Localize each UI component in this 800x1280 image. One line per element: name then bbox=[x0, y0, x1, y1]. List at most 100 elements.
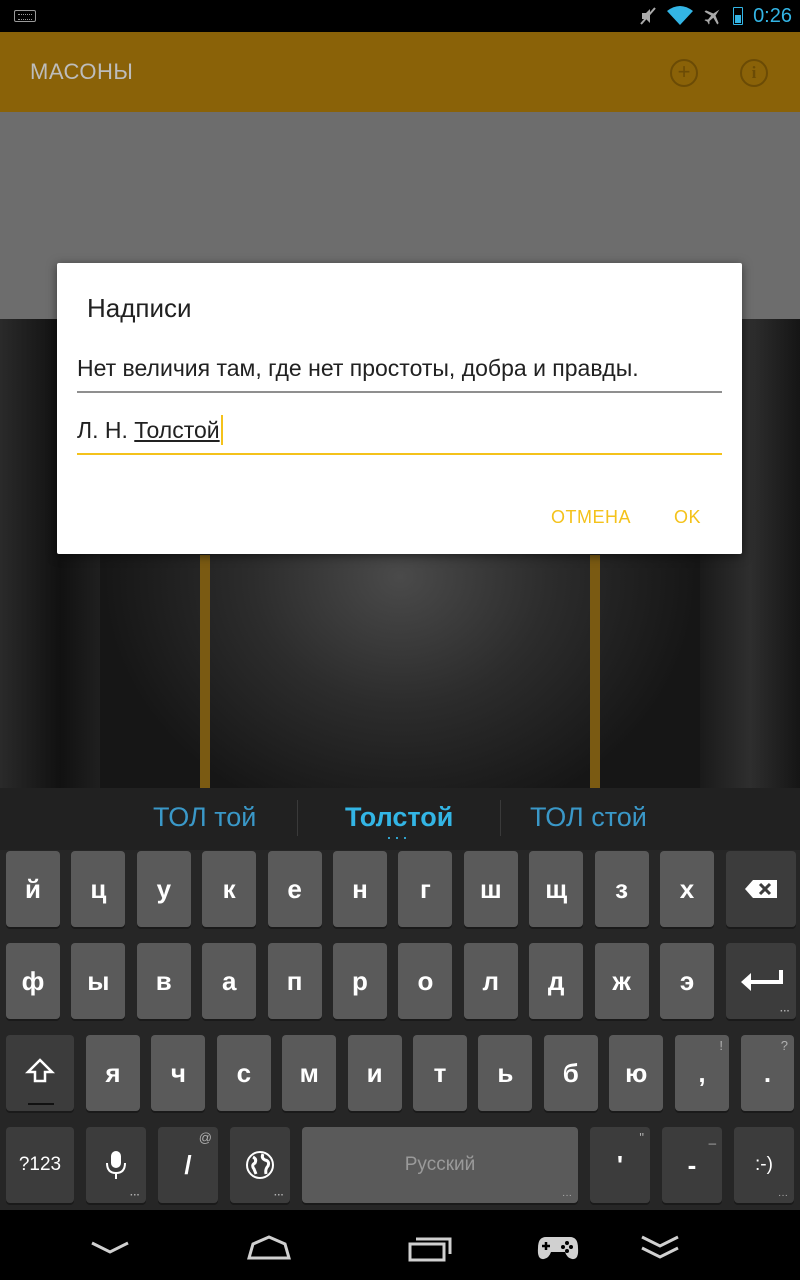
dash-key[interactable]: - _ bbox=[662, 1127, 722, 1203]
more-suggestions-indicator: ··· bbox=[386, 827, 410, 847]
key-label: в bbox=[155, 966, 172, 996]
key-label: р bbox=[352, 966, 368, 996]
key-label: й bbox=[25, 874, 41, 904]
gamepad-icon[interactable] bbox=[536, 1234, 580, 1262]
key-е[interactable]: е bbox=[267, 851, 322, 927]
key-д[interactable]: д bbox=[529, 943, 584, 1019]
soft-keyboard: ТОЛ той Толстой ТОЛ стой ··· й ц у к е н г ш щ з х… bbox=[0, 788, 800, 1210]
suggestion-3[interactable]: ТОЛ стой bbox=[530, 802, 647, 833]
key-label: щ bbox=[545, 874, 568, 904]
no-sound-icon bbox=[640, 7, 656, 25]
shift-key[interactable] bbox=[6, 1035, 74, 1111]
key-х[interactable]: х bbox=[660, 851, 714, 927]
battery-icon bbox=[733, 7, 744, 25]
enter-arrow-icon bbox=[741, 970, 783, 991]
author-prefix: Л. Н. bbox=[77, 417, 135, 443]
period-key-hint: ? bbox=[780, 1038, 788, 1053]
key-б[interactable]: б bbox=[543, 1035, 598, 1111]
cancel-button[interactable]: ОТМЕНА bbox=[551, 507, 631, 528]
key-л[interactable]: л bbox=[463, 943, 518, 1019]
suggestion-divider bbox=[297, 800, 298, 836]
text-cursor bbox=[220, 414, 223, 445]
key-о[interactable]: о bbox=[398, 943, 453, 1019]
info-icon[interactable]: i bbox=[740, 59, 768, 87]
key-з[interactable]: з bbox=[594, 851, 649, 927]
symbols-key[interactable]: ?123 bbox=[6, 1127, 74, 1203]
add-icon[interactable]: + bbox=[670, 59, 698, 87]
key-label: б bbox=[562, 1058, 579, 1088]
smiley-key[interactable]: :-) ··· bbox=[734, 1127, 794, 1203]
globe-icon bbox=[246, 1151, 274, 1179]
key-ы[interactable]: ы bbox=[71, 943, 126, 1019]
home-icon[interactable] bbox=[245, 1234, 293, 1260]
recent-apps-icon[interactable] bbox=[408, 1236, 452, 1262]
key-label: о bbox=[417, 966, 434, 996]
comma-key[interactable]: , ! bbox=[675, 1035, 729, 1111]
key-н[interactable]: н bbox=[333, 851, 387, 927]
key-т[interactable]: т bbox=[413, 1035, 467, 1111]
enter-key[interactable]: ··· bbox=[726, 943, 796, 1019]
hide-keyboard-icon[interactable] bbox=[90, 1240, 130, 1256]
key-label: и bbox=[366, 1058, 383, 1088]
space-key-label: Русский bbox=[404, 1154, 476, 1175]
key-а[interactable]: а bbox=[202, 943, 257, 1019]
apostrophe-key-label: ' bbox=[616, 1150, 624, 1180]
author-composing-word: Толстой bbox=[134, 417, 220, 443]
clock: 0:26 bbox=[753, 4, 792, 27]
language-switch-key[interactable]: ··· bbox=[230, 1127, 290, 1203]
key-ю[interactable]: ю bbox=[609, 1035, 664, 1111]
space-key[interactable]: Русский ··· bbox=[302, 1127, 578, 1203]
period-key[interactable]: . ? bbox=[741, 1035, 794, 1111]
quote-field[interactable]: Нет величия там, где нет простоты, добра… bbox=[77, 343, 722, 393]
key-label: ж bbox=[612, 966, 631, 996]
key-ф[interactable]: ф bbox=[6, 943, 60, 1019]
dialog-title: Надписи bbox=[87, 293, 192, 323]
quote-field-value: Нет величия там, где нет простоты, добра… bbox=[77, 355, 639, 381]
suggestion-1[interactable]: ТОЛ той bbox=[153, 802, 256, 833]
key-я[interactable]: я bbox=[86, 1035, 140, 1111]
key-label: к bbox=[222, 874, 236, 904]
key-label: д bbox=[547, 966, 565, 996]
key-label: п bbox=[286, 966, 303, 996]
key-label: г bbox=[419, 874, 431, 904]
symbols-key-label: ?123 bbox=[18, 1154, 62, 1175]
backspace-icon bbox=[745, 880, 777, 898]
key-ш[interactable]: ш bbox=[463, 851, 518, 927]
key-label: ь bbox=[497, 1058, 514, 1088]
key-ь[interactable]: ь bbox=[478, 1035, 533, 1111]
ok-button[interactable]: OK bbox=[674, 507, 701, 528]
key-щ[interactable]: щ bbox=[529, 851, 584, 927]
status-bar: 0:26 bbox=[0, 0, 800, 32]
comma-key-hint: ! bbox=[719, 1038, 723, 1053]
apostrophe-key-hint: " bbox=[639, 1130, 644, 1145]
key-р[interactable]: р bbox=[333, 943, 387, 1019]
key-label: т bbox=[433, 1058, 447, 1088]
key-с[interactable]: с bbox=[216, 1035, 271, 1111]
key-у[interactable]: у bbox=[136, 851, 191, 927]
key-г[interactable]: г bbox=[398, 851, 453, 927]
collapse-notifications-icon[interactable] bbox=[640, 1234, 680, 1262]
key-э[interactable]: э bbox=[660, 943, 714, 1019]
key-и[interactable]: и bbox=[347, 1035, 402, 1111]
frame-line-right bbox=[590, 555, 600, 788]
key-м[interactable]: м bbox=[282, 1035, 337, 1111]
navigation-bar bbox=[0, 1210, 800, 1280]
key-ч[interactable]: ч bbox=[151, 1035, 206, 1111]
key-п[interactable]: п bbox=[267, 943, 322, 1019]
key-label: н bbox=[352, 874, 368, 904]
backspace-key[interactable] bbox=[726, 851, 796, 927]
key-label: л bbox=[482, 966, 500, 996]
key-label: ц bbox=[90, 874, 107, 904]
key-label: с bbox=[236, 1058, 252, 1088]
key-к[interactable]: к bbox=[202, 851, 257, 927]
key-label: а bbox=[221, 966, 237, 996]
voice-input-key[interactable]: ··· bbox=[86, 1127, 146, 1203]
key-ц[interactable]: ц bbox=[71, 851, 126, 927]
key-в[interactable]: в bbox=[136, 943, 191, 1019]
key-й[interactable]: й bbox=[6, 851, 60, 927]
author-field[interactable]: Л. Н. Толстой bbox=[77, 405, 722, 455]
key-label: ш bbox=[479, 874, 502, 904]
apostrophe-key[interactable]: ' " bbox=[590, 1127, 650, 1203]
slash-key[interactable]: / @ bbox=[158, 1127, 218, 1203]
key-ж[interactable]: ж bbox=[594, 943, 649, 1019]
